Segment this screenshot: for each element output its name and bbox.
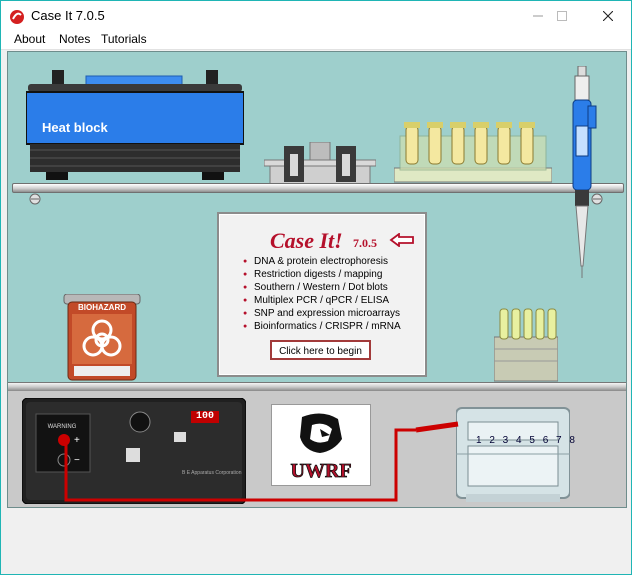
feature-list: DNA & protein electrophoresis Restrictio…	[243, 255, 401, 333]
close-icon	[603, 11, 613, 21]
list-item: Bioinformatics / CRISPR / mRNA	[243, 320, 401, 333]
title-bar[interactable]: Case It 7.0.5	[1, 1, 631, 31]
list-item: SNP and expression microarrays	[243, 307, 401, 320]
blotting-apparatus-icon[interactable]	[494, 307, 558, 382]
list-item: Multiplex PCR / qPCR / ELISA	[243, 294, 401, 307]
window-title: Case It 7.0.5	[31, 8, 105, 23]
menu-tutorials[interactable]: Tutorials	[101, 32, 147, 46]
biohazard-bin[interactable]: BIOHAZARD	[62, 293, 142, 382]
list-item: DNA & protein electrophoresis	[243, 255, 401, 268]
maximize-button[interactable]	[539, 1, 585, 31]
logo-text: UWRF	[290, 460, 351, 482]
svg-text:−: −	[74, 455, 80, 466]
welcome-panel: Case It! 7.0.5 DNA & protein electrophor…	[217, 212, 427, 377]
uwrf-logo: UWRF	[271, 404, 371, 486]
svg-text:WARNING: WARNING	[48, 424, 77, 430]
pipette-icon[interactable]	[564, 66, 600, 280]
tube-rack-icon[interactable]	[394, 122, 552, 184]
menu-notes[interactable]: Notes	[59, 32, 90, 46]
app-window: Case It 7.0.5 About Notes Tutorials Heat…	[1, 1, 631, 574]
menu-about[interactable]: About	[14, 32, 45, 46]
shelf-bracket-left-icon	[29, 193, 41, 205]
upper-shelf	[12, 183, 624, 193]
voltage-display: 100	[191, 411, 219, 423]
close-button[interactable]	[585, 1, 631, 31]
svg-text:+: +	[74, 435, 80, 446]
list-item: Southern / Western / Dot blots	[243, 281, 401, 294]
biohazard-label: BIOHAZARD	[78, 303, 126, 312]
app-icon	[10, 10, 24, 24]
heat-block-label: Heat block	[42, 120, 108, 135]
gel-electrophoresis-box-icon[interactable]	[456, 404, 570, 504]
maximize-icon	[557, 11, 567, 21]
list-item: Restriction digests / mapping	[243, 268, 401, 281]
gel-lane-numbers: 1 2 3 4 5 6 7 8	[476, 435, 578, 446]
begin-button[interactable]: Click here to begin	[270, 340, 371, 360]
lab-bench: Heat block BIOHAZARD Case It! 7.0.5 ● DN…	[7, 51, 627, 508]
gel-clamp-icon[interactable]	[264, 142, 376, 184]
heat-block[interactable]: Heat block	[25, 70, 245, 182]
svg-text:B E Apparatus Corporation: B E Apparatus Corporation	[182, 470, 242, 476]
app-name: Case It!	[270, 228, 343, 253]
menu-bar: About Notes Tutorials	[1, 31, 631, 50]
arrow-left-icon	[389, 233, 414, 247]
app-version: 7.0.5	[353, 236, 377, 250]
falcon-logo-icon: UWRF	[290, 413, 352, 482]
